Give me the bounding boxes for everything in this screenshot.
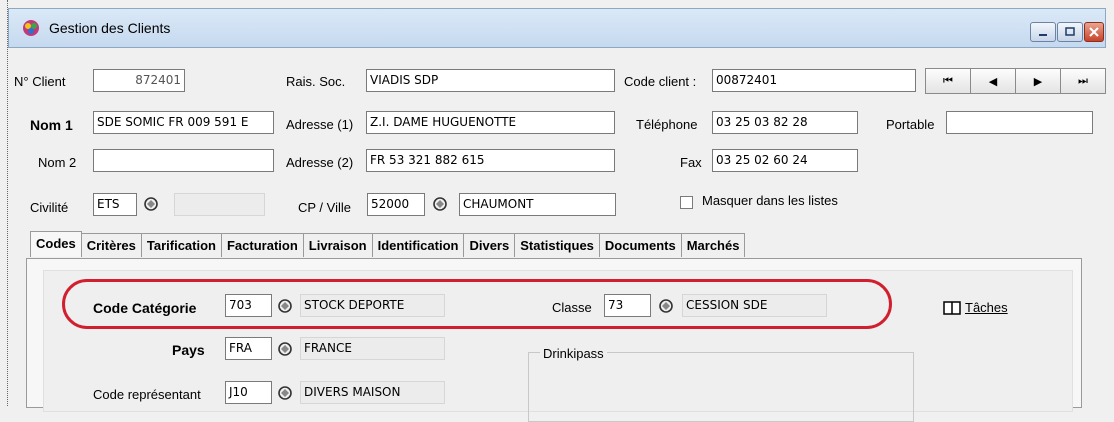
tab-livraison[interactable]: Livraison (302, 233, 373, 257)
pays-field[interactable]: FRA (225, 337, 272, 360)
lookup-icon[interactable] (275, 339, 295, 359)
tab-divers[interactable]: Divers (463, 233, 516, 257)
tab-statistiques[interactable]: Statistiques (514, 233, 600, 257)
next-record-icon: ▶ (1033, 75, 1043, 88)
cp-ville-label: CP / Ville (298, 200, 351, 215)
maximize-button[interactable] (1057, 22, 1083, 42)
telephone-label: Téléphone (636, 117, 698, 132)
tab-facturation[interactable]: Facturation (220, 233, 304, 257)
telephone-field[interactable]: 03 25 03 82 28 (712, 111, 858, 134)
tab-marches[interactable]: Marchés (680, 233, 746, 257)
title-bar: Gestion des Clients (8, 8, 1106, 48)
last-record-icon: ⏭ (1078, 74, 1088, 87)
minimize-icon (1039, 34, 1047, 36)
prev-record-icon: ◀ (988, 75, 998, 88)
tab-tarification[interactable]: Tarification (140, 233, 222, 257)
portable-field[interactable] (946, 111, 1093, 134)
civilite-desc-field (174, 193, 265, 216)
portable-label: Portable (886, 117, 935, 132)
close-button[interactable] (1084, 22, 1104, 42)
nav-last-button[interactable]: ⏭ (1060, 68, 1106, 94)
book-icon (943, 301, 961, 315)
nav-prev-button[interactable]: ◀ (970, 68, 1016, 94)
nav-next-button[interactable]: ▶ (1015, 68, 1061, 94)
adresse2-label: Adresse (2) (286, 155, 354, 170)
nom2-field[interactable] (93, 149, 274, 172)
highlight-oval (62, 279, 892, 329)
code-rep-desc: DIVERS MAISON (300, 381, 445, 404)
code-client-label: Code client : (624, 74, 697, 89)
code-client-field[interactable]: 00872401 (712, 69, 916, 92)
civilite-field[interactable]: ETS (93, 193, 137, 216)
app-icon (23, 20, 39, 36)
adresse2-field[interactable]: FR 53 321 882 615 (366, 149, 615, 172)
minimize-button[interactable] (1030, 22, 1056, 42)
rais-soc-field[interactable]: VIADIS SDP (366, 69, 615, 92)
lookup-icon[interactable] (141, 194, 161, 214)
nom1-label: Nom 1 (30, 117, 73, 133)
tab-codes[interactable]: Codes (30, 231, 82, 257)
masquer-checkbox[interactable] (680, 196, 693, 209)
nom2-label: Nom 2 (38, 155, 77, 170)
window-left-frame (0, 0, 8, 406)
tab-strip: Codes Critères Tarification Facturation … (30, 231, 746, 258)
pays-desc: FRANCE (300, 337, 445, 360)
ville-field[interactable]: CHAUMONT (459, 193, 616, 216)
nom1-field[interactable]: SDE SOMIC FR 009 591 E (93, 111, 274, 134)
adresse1-label: Adresse (1) (286, 117, 354, 132)
nav-first-button[interactable]: ⏮ (925, 68, 971, 94)
num-client-label: N° Client (14, 74, 66, 89)
tab-criteres[interactable]: Critères (80, 233, 142, 257)
code-rep-label: Code représentant (93, 387, 201, 402)
lookup-icon[interactable] (430, 194, 450, 214)
taches-link[interactable]: Tâches (965, 300, 1008, 315)
tab-documents[interactable]: Documents (598, 233, 682, 257)
fax-field[interactable]: 03 25 02 60 24 (712, 149, 858, 172)
drinkipass-title: Drinkipass (540, 346, 607, 361)
masquer-label: Masquer dans les listes (702, 193, 838, 208)
maximize-icon (1065, 27, 1075, 36)
adresse1-field[interactable]: Z.I. DAME HUGUENOTTE (366, 111, 615, 134)
tab-identification[interactable]: Identification (371, 233, 465, 257)
code-rep-field[interactable]: J10 (225, 381, 272, 404)
lookup-icon[interactable] (275, 383, 295, 403)
drinkipass-group (528, 352, 914, 422)
fax-label: Fax (680, 155, 702, 170)
window-title: Gestion des Clients (49, 20, 171, 36)
first-record-icon: ⏮ (943, 74, 953, 87)
close-icon (1089, 27, 1099, 37)
pays-label: Pays (172, 342, 205, 358)
cp-field[interactable]: 52000 (367, 193, 425, 216)
num-client-field[interactable]: 872401 (93, 69, 185, 92)
civilite-label: Civilité (30, 200, 69, 215)
rais-soc-label: Rais. Soc. (286, 74, 346, 89)
